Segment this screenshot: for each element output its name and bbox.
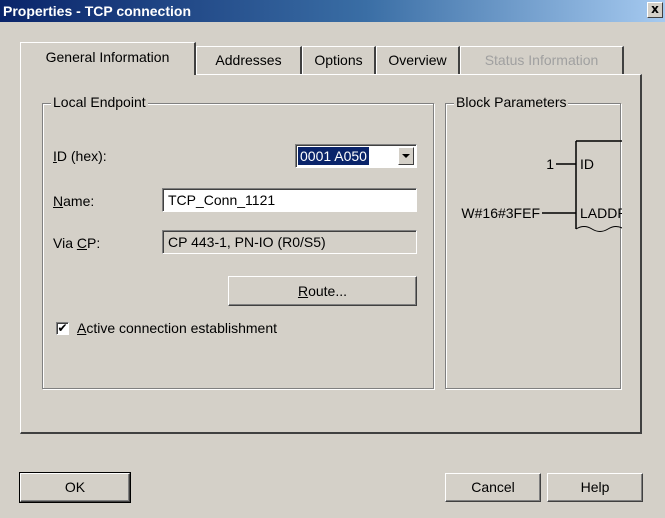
tab-label: Options — [314, 52, 363, 68]
active-connection-label[interactable]: Active connection establishment — [77, 320, 277, 336]
ok-button[interactable]: OK — [19, 472, 131, 503]
break-mark-bottom — [575, 226, 622, 232]
via-cp-field: CP 443-1, PN-IO (R0/S5) — [162, 230, 417, 254]
id-input-value: 1 — [546, 156, 554, 172]
tab-options[interactable]: Options — [302, 46, 376, 74]
help-button[interactable]: Help — [547, 473, 643, 502]
tab-label: Status Information — [484, 52, 599, 68]
close-button[interactable]: x — [647, 2, 663, 18]
tab-general-information[interactable]: General Information — [20, 42, 196, 75]
name-label: Name: — [53, 193, 95, 209]
block-parameters-group: Block Parameters 1 ID W#16#3FEF LADDR — [445, 94, 622, 389]
laddr-pin-label: LADDR — [580, 205, 622, 221]
via-cp-label: Via CP: — [53, 235, 101, 251]
title-bar: Properties - TCP connection x — [0, 0, 665, 22]
tab-overview[interactable]: Overview — [376, 46, 460, 74]
cancel-button[interactable]: Cancel — [445, 473, 541, 502]
chevron-down-icon[interactable] — [398, 147, 414, 165]
tab-addresses[interactable]: Addresses — [196, 46, 302, 74]
laddr-input-value: W#16#3FEF — [461, 205, 540, 221]
local-endpoint-group: Local Endpoint ID (hex): 0001 A050 Name:… — [42, 94, 434, 389]
block-parameters-title: Block Parameters — [454, 94, 569, 110]
tab-label: General Information — [45, 49, 170, 65]
tab-panel: Local Endpoint ID (hex): 0001 A050 Name:… — [20, 74, 642, 434]
tab-label: Overview — [388, 52, 447, 68]
function-block-diagram: 1 ID W#16#3FEF LADDR — [461, 140, 622, 232]
id-combobox[interactable]: 0001 A050 — [295, 144, 417, 168]
id-value: 0001 A050 — [298, 147, 369, 165]
close-icon: x — [651, 2, 659, 16]
tab-label: Addresses — [215, 52, 282, 68]
window-title: Properties - TCP connection — [3, 3, 191, 19]
id-label: ID (hex): — [53, 148, 107, 164]
local-endpoint-title: Local Endpoint — [51, 94, 148, 110]
tab-status-information: Status Information — [460, 46, 624, 74]
active-connection-checkbox[interactable]: ✔ — [56, 322, 69, 335]
route-button[interactable]: Route... — [228, 276, 417, 306]
name-field[interactable]: TCP_Conn_1121 — [162, 188, 417, 212]
checkmark-icon: ✔ — [57, 321, 68, 335]
id-pin-label: ID — [580, 156, 594, 172]
